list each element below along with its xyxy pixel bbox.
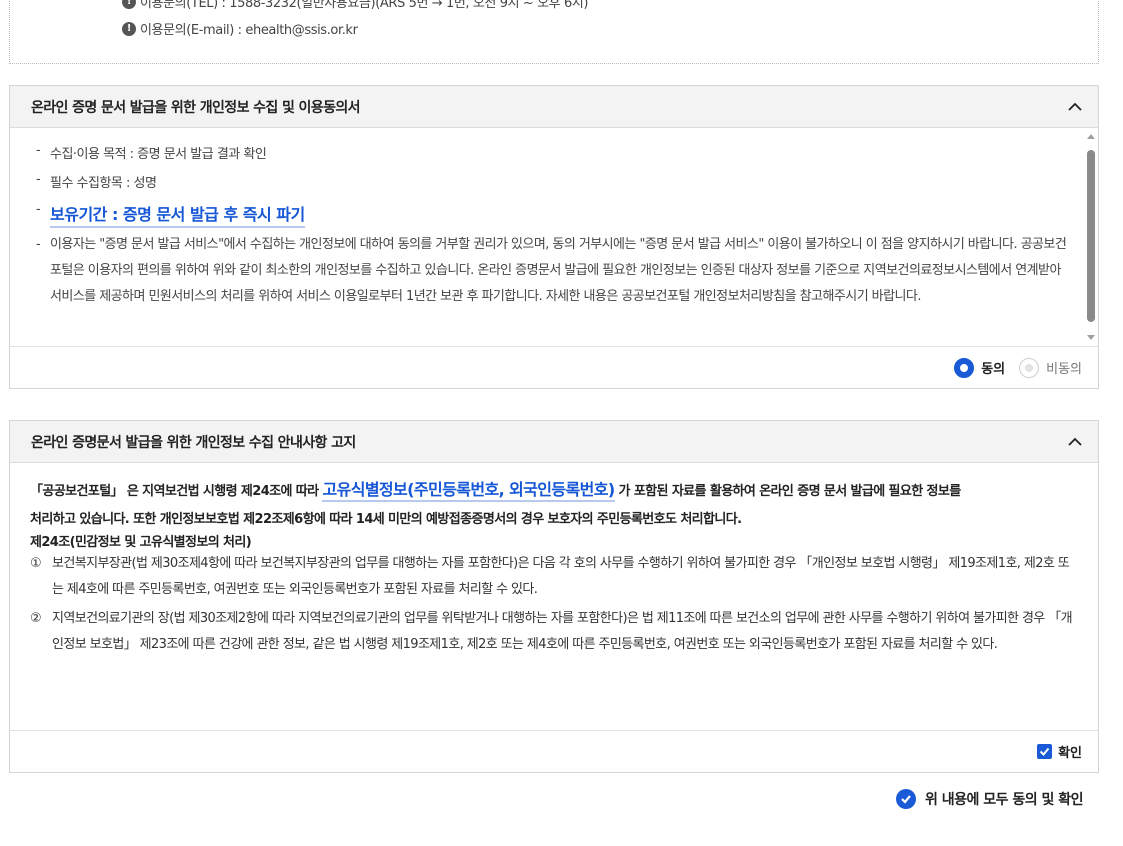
contact-email-line: ! 이용문의(E-mail) : ehealth@ssis.or.kr [122,19,358,38]
contact-phone-line: ! 이용문의(TEL) : 1588-3232(일반사용요금)(ARS 5번 →… [122,0,588,11]
consent-panel-header[interactable]: 온라인 증명 문서 발급을 위한 개인정보 수집 및 이용동의서 [10,86,1098,128]
scroll-down-arrow-icon[interactable] [1087,335,1095,340]
agree-all-checkbox[interactable]: 위 내용에 모두 동의 및 확인 [895,789,1084,809]
scroll-up-arrow-icon[interactable] [1087,134,1095,139]
alert-icon: ! [122,21,136,36]
notice-intro: 「공공보건포털」 은 지역보건법 시행령 제24조에 따라 고유식별정보(주민등… [30,476,961,502]
notice-panel-title: 온라인 증명문서 발급을 위한 개인정보 수집 안내사항 고지 [31,434,356,451]
notice-panel-footer: 확인 [10,730,1098,772]
retention-item: - 보유기간 : 증명 문서 발급 후 즉시 파기 [36,201,305,228]
scrollbar[interactable] [1086,134,1096,340]
unique-id-highlight: 고유식별정보(주민등록번호, 외국인등록번호) [322,480,615,502]
checkmark-icon [1037,744,1053,759]
radio-unselected-icon [1019,357,1040,378]
consent-panel-title: 온라인 증명 문서 발급을 위한 개인정보 수집 및 이용동의서 [31,99,361,116]
alert-icon: ! [122,0,136,9]
notice-panel: 온라인 증명문서 발급을 위한 개인정보 수집 안내사항 고지 「공공보건포털」… [9,420,1099,773]
article-heading: 제24조(민감정보 및 고유식별정보의 처리) [30,535,252,550]
notice-intro-line2: 처리하고 있습니다. 또한 개인정보보호법 제22조제6항에 따라 14세 미만… [30,512,742,527]
radio-selected-icon [954,357,975,378]
consent-panel-footer: 동의 비동의 [10,346,1098,388]
notice-body: 「공공보건포털」 은 지역보건법 시행령 제24조에 따라 고유식별정보(주민등… [10,463,1098,731]
chevron-up-icon[interactable] [1066,98,1084,116]
disagree-radio[interactable]: 비동의 [1019,357,1082,378]
confirm-checkbox[interactable]: 확인 [1037,742,1082,761]
required-items-item: - 필수 수집항목 : 성명 [36,172,157,191]
consent-panel: 온라인 증명 문서 발급을 위한 개인정보 수집 및 이용동의서 - 수집·이용 … [9,85,1099,389]
chevron-up-icon[interactable] [1066,433,1084,451]
scroll-thumb[interactable] [1087,150,1095,322]
article-item: ② 지역보건의료기관의 장(법 제30조제2항에 따라 지역보건의료기관의 업무… [30,611,1073,652]
purpose-item: - 수집·이용 목적 : 증명 문서 발급 결과 확인 [36,143,267,162]
check-circle-icon [895,789,916,809]
agree-radio[interactable]: 동의 [954,357,1005,378]
article-item: ① 보건복지부장관(법 제30조제4항에 따라 보건복지부장관의 업무를 대행하… [30,556,1070,597]
refusal-notice: - 이용자는 "증명 문서 발급 서비스"에서 수집하는 개인정보에 대하여 동의… [36,237,1067,304]
notice-panel-header[interactable]: 온라인 증명문서 발급을 위한 개인정보 수집 안내사항 고지 [10,421,1098,463]
consent-scroll-area[interactable]: - 수집·이용 목적 : 증명 문서 발급 결과 확인 - 필수 수집항목 : 성명… [10,128,1098,347]
